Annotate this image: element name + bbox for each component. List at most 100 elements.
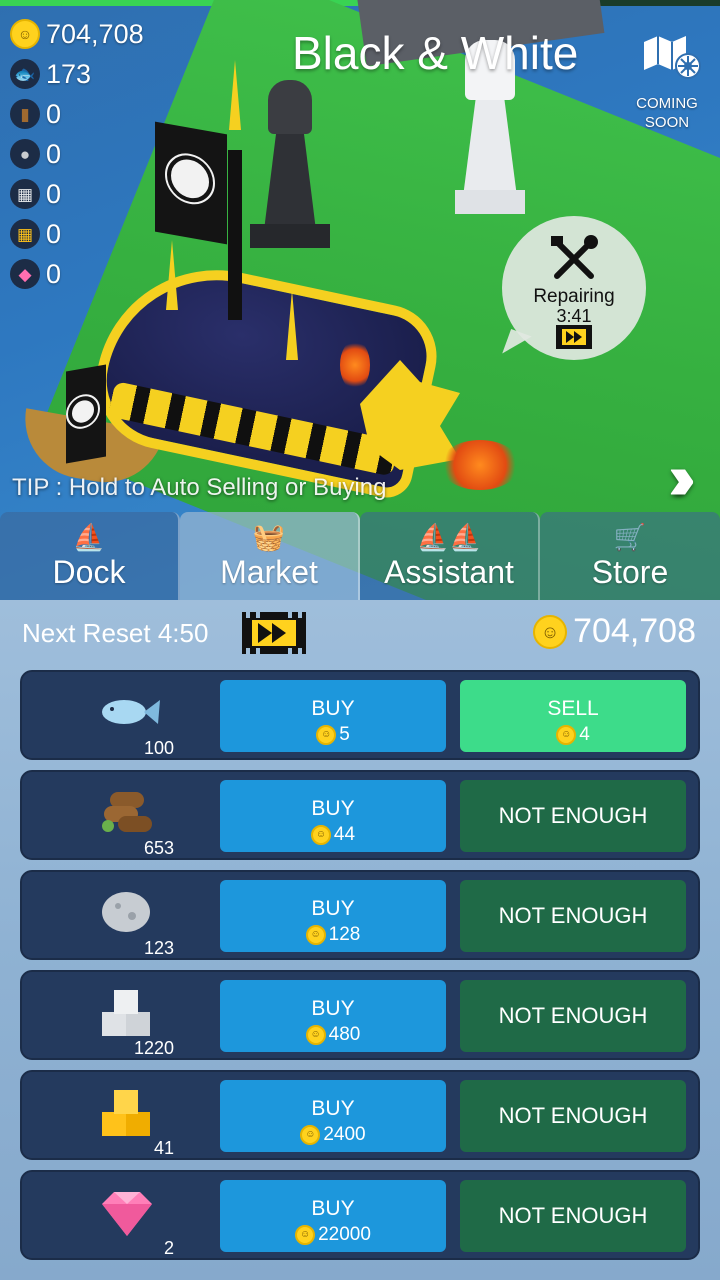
not-enough-button[interactable]: NOT ENOUGH: [460, 780, 686, 852]
wood-logs-icon: [102, 792, 152, 832]
stone-icon: [102, 892, 150, 932]
resource-list: ☺ 704,708 🐟 173 ▮ 0 ● 0 ▦ 0 ▦ 0 ◆ 0: [10, 14, 144, 294]
resource-gem: ◆ 0: [10, 254, 144, 294]
market-rows: 100 BUY ☺ 5 SELL ☺ 4 653 BUY ☺ 44 NOT EN…: [20, 670, 700, 1270]
gem-value: 0: [46, 258, 62, 289]
market-row-fish: 100 BUY ☺ 5 SELL ☺ 4: [20, 670, 700, 760]
resource-coins: ☺ 704,708: [10, 14, 144, 54]
next-reset-timer: 4:50: [157, 618, 209, 648]
stone-value: 0: [46, 138, 62, 169]
coins-value: 704,708: [46, 18, 144, 49]
gem-icon: ◆: [10, 259, 40, 289]
lion-emblem-icon: [66, 391, 100, 432]
fish-value: 173: [46, 58, 92, 89]
map-icon[interactable]: [642, 34, 702, 82]
spike: [286, 290, 298, 360]
video-skip-icon[interactable]: [556, 325, 592, 349]
fish-icon: [102, 700, 160, 724]
coin-icon: ☺: [316, 725, 337, 745]
resource-fish: 🐟 173: [10, 54, 144, 94]
lion-emblem-icon: [165, 149, 215, 209]
market-row-gem: 2 BUY ☺ 22000 NOT ENOUGH: [20, 1170, 700, 1260]
tab-market[interactable]: 🧺 Market: [180, 512, 360, 600]
market-panel: Next Reset 4:50 ☺ 704,708 100 BUY ☺ 5 SE…: [0, 600, 720, 1280]
tab-dock-label: Dock: [52, 554, 126, 590]
repair-label: Repairing: [533, 286, 615, 307]
tip-text: TIP : Hold to Auto Selling or Buying: [12, 474, 387, 501]
item-quantity: 2: [163, 1238, 174, 1258]
market-row-wood: 653 BUY ☺ 44 NOT ENOUGH: [20, 770, 700, 860]
resource-gold: ▦ 0: [10, 214, 144, 254]
coming-soon-label: COMING SOON: [636, 95, 698, 131]
item-quantity: 1220: [133, 1038, 174, 1058]
next-arrow-icon[interactable]: ›››: [668, 440, 696, 514]
spike: [229, 60, 241, 130]
fire-breath: [440, 440, 520, 490]
buy-button[interactable]: BUY ☺ 128: [220, 880, 446, 952]
tab-assistant[interactable]: ⛵⛵ Assistant: [360, 512, 540, 600]
tab-dock[interactable]: ⛵ Dock: [0, 512, 180, 600]
tab-market-label: Market: [220, 554, 318, 590]
market-row-gold: 41 BUY ☺ 2400 NOT ENOUGH: [20, 1070, 700, 1160]
store-basket-icon: 🛒: [613, 522, 647, 552]
sell-button[interactable]: SELL ☺ 4: [460, 680, 686, 752]
boats-icon: ⛵⛵: [416, 522, 482, 552]
wallet: ☺ 704,708: [533, 612, 696, 651]
small-pirate-flag: [66, 364, 106, 464]
gold-icon: ▦: [10, 219, 40, 249]
gem-icon: [102, 1192, 152, 1236]
game-scene[interactable]: ☺ 704,708 🐟 173 ▮ 0 ● 0 ▦ 0 ▦ 0 ◆ 0 Blac…: [0, 0, 720, 600]
repair-timer: 3:41: [556, 306, 592, 326]
repair-bubble[interactable]: Repairing 3:41: [502, 216, 646, 360]
coin-icon: ☺: [310, 825, 331, 845]
item-quantity: 123: [143, 938, 174, 958]
resource-silver: ▦ 0: [10, 174, 144, 214]
silver-value: 0: [46, 178, 62, 209]
buy-button[interactable]: BUY ☺ 5: [220, 680, 446, 752]
coin-icon: ☺: [10, 19, 40, 49]
video-skip-icon[interactable]: [242, 612, 306, 654]
buy-button[interactable]: BUY ☺ 44: [220, 780, 446, 852]
tab-bar: ⛵ Dock 🧺 Market ⛵⛵ Assistant 🛒 Store: [0, 512, 720, 600]
stone-icon: ●: [10, 139, 40, 169]
buy-button[interactable]: BUY ☺ 22000: [220, 1180, 446, 1252]
wood-icon: ▮: [10, 99, 40, 129]
location-title: Black & White: [292, 27, 579, 79]
basket-icon: 🧺: [252, 522, 286, 552]
market-row-silver: 1220 BUY ☺ 480 NOT ENOUGH: [20, 970, 700, 1060]
fish-icon: 🐟: [10, 59, 40, 89]
coin-icon: ☺: [300, 1125, 321, 1145]
resource-wood: ▮ 0: [10, 94, 144, 134]
next-reset-label: Next Reset 4:50: [22, 618, 209, 648]
repair-tools-icon: [551, 235, 598, 279]
not-enough-button[interactable]: NOT ENOUGH: [460, 1180, 686, 1252]
not-enough-button[interactable]: NOT ENOUGH: [460, 980, 686, 1052]
gold-value: 0: [46, 218, 62, 249]
silver-bars-icon: [102, 990, 150, 1036]
boat-icon: ⛵: [72, 522, 106, 552]
wood-value: 0: [46, 98, 62, 129]
item-quantity: 41: [153, 1138, 174, 1158]
fire: [340, 340, 370, 390]
tab-assistant-label: Assistant: [384, 554, 514, 590]
pirate-flag: [155, 121, 227, 245]
spike: [166, 240, 178, 310]
buy-button[interactable]: BUY ☺ 480: [220, 980, 446, 1052]
coin-icon: ☺: [305, 925, 326, 945]
tab-store-label: Store: [591, 554, 669, 590]
buy-button[interactable]: BUY ☺ 2400: [220, 1080, 446, 1152]
reset-bar: Next Reset 4:50 ☺ 704,708: [0, 600, 720, 666]
not-enough-button[interactable]: NOT ENOUGH: [460, 880, 686, 952]
silver-icon: ▦: [10, 179, 40, 209]
gold-bars-icon: [102, 1090, 150, 1136]
black-chess-piece: [250, 80, 330, 248]
resource-stone: ● 0: [10, 134, 144, 174]
tab-store[interactable]: 🛒 Store: [540, 512, 720, 600]
item-quantity: 653: [143, 838, 174, 858]
coin-icon: ☺: [556, 725, 577, 745]
wallet-value: 704,708: [573, 612, 696, 650]
mast: [228, 150, 242, 320]
not-enough-button[interactable]: NOT ENOUGH: [460, 1080, 686, 1152]
market-row-stone: 123 BUY ☺ 128 NOT ENOUGH: [20, 870, 700, 960]
coin-icon: ☺: [533, 614, 568, 649]
